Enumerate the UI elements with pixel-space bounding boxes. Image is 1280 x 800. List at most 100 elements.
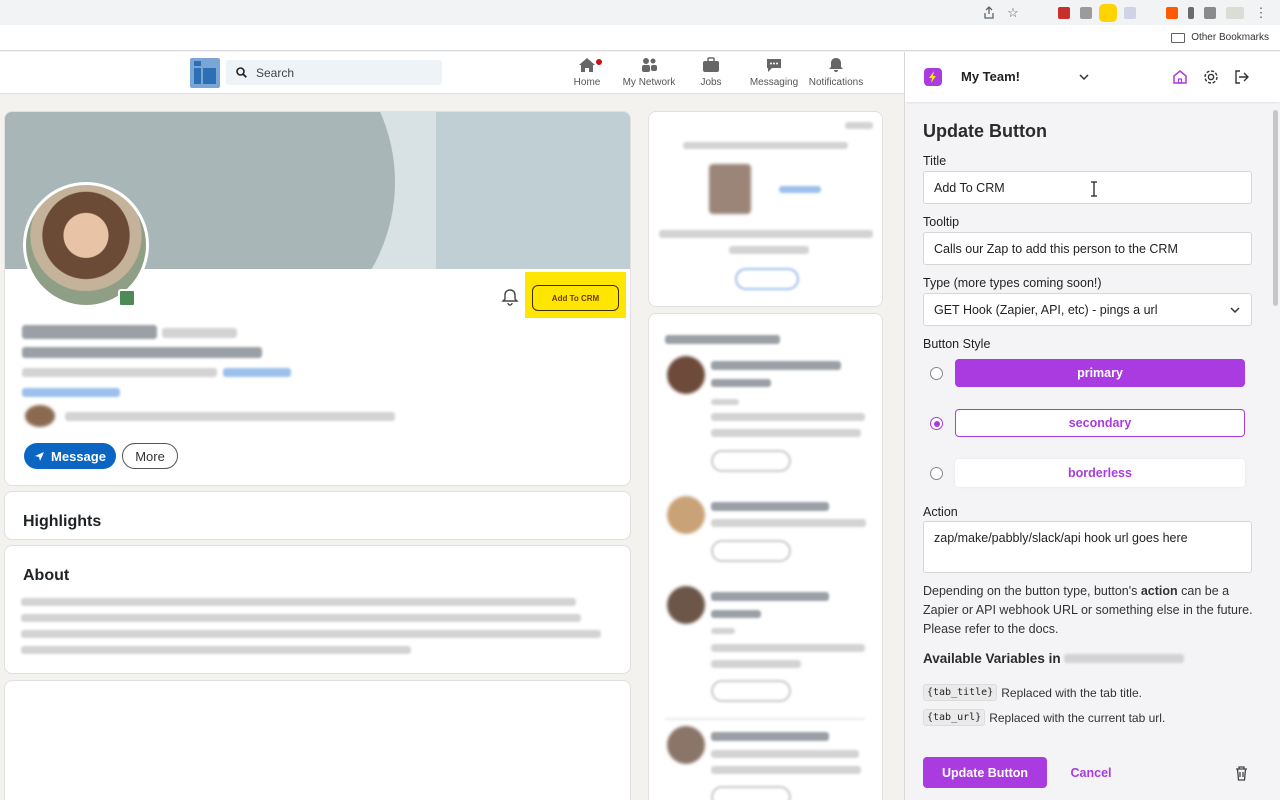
promo-card [648, 111, 883, 307]
share-icon[interactable] [982, 6, 996, 20]
person-avatar[interactable] [667, 726, 705, 764]
extension-icon-1[interactable] [1058, 7, 1070, 19]
extension-icon-5[interactable] [1188, 7, 1194, 19]
home-icon[interactable] [1171, 68, 1189, 86]
cancel-button[interactable]: Cancel [1065, 757, 1117, 788]
action-textarea[interactable]: zap/make/pabbly/slack/api hook url goes … [923, 521, 1252, 573]
bolt-extension-icon[interactable] [1102, 7, 1114, 19]
extension-icon-7[interactable] [1226, 7, 1244, 19]
person-name-redacted [711, 732, 829, 741]
connect-button[interactable] [711, 786, 791, 800]
person-headline-redacted [711, 750, 859, 758]
mutual-connections-redacted [65, 412, 395, 421]
domain-redacted [1064, 654, 1184, 663]
bell-icon [826, 56, 846, 74]
team-selector[interactable]: My Team! [961, 69, 1020, 84]
style-option-secondary[interactable]: secondary [955, 409, 1245, 437]
person-headline-redacted [711, 644, 865, 652]
connect-button[interactable] [711, 680, 791, 702]
about-text-redacted [21, 614, 581, 622]
linkedin-logo[interactable] [190, 58, 220, 88]
about-text-redacted [21, 646, 411, 654]
profile-name-redacted [22, 325, 157, 339]
style-radio-secondary[interactable] [930, 417, 943, 430]
connect-button[interactable] [711, 540, 791, 562]
nav-messaging[interactable]: Messaging [739, 56, 809, 88]
activity-card [4, 680, 631, 800]
gear-icon[interactable] [1202, 68, 1220, 86]
bolt-logo-icon [924, 68, 942, 86]
person-name-redacted [711, 379, 771, 387]
search-placeholder: Search [256, 66, 294, 80]
extension-icon-3[interactable] [1124, 7, 1136, 19]
nav-my-network[interactable]: My Network [614, 56, 684, 88]
chevron-down-icon[interactable] [1077, 70, 1091, 84]
person-headline-redacted [711, 766, 861, 774]
nav-home-label: Home [574, 77, 601, 88]
variable-description: Replaced with the current tab url. [989, 711, 1165, 725]
sidebar-heading-redacted [665, 335, 780, 344]
contact-info-redacted[interactable] [223, 368, 291, 377]
nav-my-network-label: My Network [623, 77, 676, 88]
logout-icon[interactable] [1233, 68, 1251, 86]
nav-notifications-label: Notifications [809, 77, 863, 88]
profile-card: Add To CRM Message More [4, 111, 631, 486]
mutual-connections-avatars [25, 405, 55, 427]
bookmark-star-icon[interactable]: ☆ [1006, 6, 1020, 20]
connect-button[interactable] [711, 450, 791, 472]
person-avatar[interactable] [667, 496, 705, 534]
style-option-primary[interactable]: primary [955, 359, 1245, 387]
trash-icon[interactable] [1234, 765, 1249, 781]
person-name-redacted [711, 502, 829, 511]
style-radio-primary[interactable] [930, 367, 943, 380]
nav-home[interactable]: Home [552, 56, 622, 88]
person-headline-redacted [711, 413, 865, 421]
extension-icon-2[interactable] [1080, 7, 1092, 19]
connections-redacted[interactable] [22, 388, 120, 397]
style-radio-borderless[interactable] [930, 467, 943, 480]
variable-tag: {tab_title} [923, 684, 997, 701]
promo-text-redacted [659, 230, 873, 238]
person-name-redacted [711, 592, 829, 601]
nav-jobs[interactable]: Jobs [676, 56, 746, 88]
available-variables-heading: Available Variables in [923, 651, 1184, 666]
headline-redacted [22, 347, 262, 358]
message-button[interactable]: Message [24, 443, 116, 469]
about-text-redacted [21, 630, 601, 638]
extension-icon-6[interactable] [1204, 7, 1216, 19]
highlights-heading: Highlights [23, 513, 101, 531]
promo-logo-redacted [779, 186, 821, 193]
help-text-bold: action [1141, 584, 1178, 598]
title-input[interactable]: Add To CRM [923, 171, 1252, 204]
type-select[interactable]: GET Hook (Zapier, API, etc) - pings a ur… [923, 293, 1252, 326]
nav-notifications[interactable]: Notifications [801, 56, 871, 88]
style-option-borderless[interactable]: borderless [955, 459, 1245, 487]
more-button[interactable]: More [122, 443, 178, 469]
add-to-crm-button[interactable]: Add To CRM [532, 285, 619, 311]
panel-scrollbar[interactable] [1273, 110, 1278, 306]
chevron-down-icon [1229, 304, 1241, 316]
type-select-value: GET Hook (Zapier, API, etc) - pings a ur… [934, 303, 1157, 317]
type-label: Type (more types coming soon!) [923, 276, 1102, 290]
linkedin-header: Search Home My Network Jobs Messaging No… [0, 52, 904, 94]
person-avatar[interactable] [667, 356, 705, 394]
folder-icon [1171, 33, 1185, 43]
person-avatar[interactable] [667, 586, 705, 624]
nav-messaging-label: Messaging [750, 77, 798, 88]
bookmarks-bar: Other Bookmarks [0, 25, 1280, 51]
location-redacted [22, 368, 217, 377]
follow-bell-icon[interactable] [501, 288, 519, 306]
briefcase-icon [701, 56, 721, 74]
help-text-pre: Depending on the button type, button's [923, 584, 1141, 598]
promo-follow-button[interactable] [735, 268, 799, 290]
person-name-redacted [711, 610, 761, 618]
update-button[interactable]: Update Button [923, 757, 1047, 788]
variable-description: Replaced with the tab title. [1001, 686, 1142, 700]
extension-side-panel: My Team! Update Button Title Add To CRM … [904, 52, 1280, 800]
other-bookmarks-folder[interactable]: Other Bookmarks [1191, 32, 1269, 43]
pronouns-redacted [162, 328, 237, 338]
kebab-menu-icon[interactable]: ⋮ [1254, 6, 1268, 20]
extension-icon-4[interactable] [1166, 7, 1178, 19]
search-bar[interactable]: Search [226, 60, 442, 85]
tooltip-input[interactable]: Calls our Zap to add this person to the … [923, 232, 1252, 265]
